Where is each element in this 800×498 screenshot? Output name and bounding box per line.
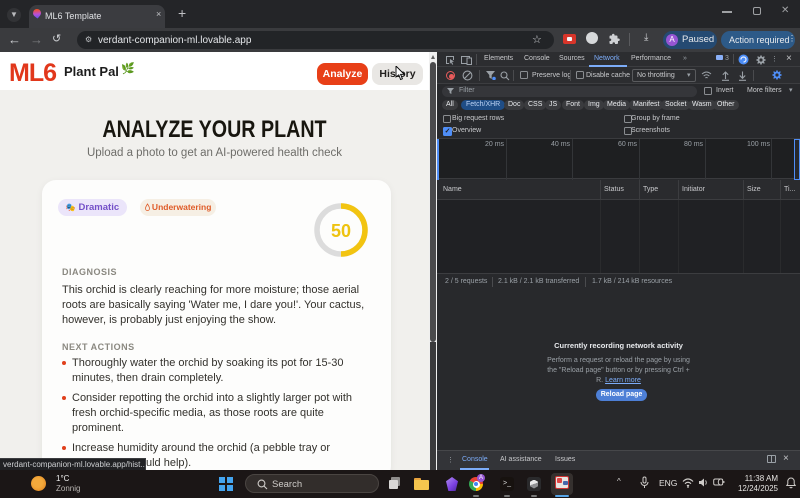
- svg-text:50: 50: [331, 221, 351, 241]
